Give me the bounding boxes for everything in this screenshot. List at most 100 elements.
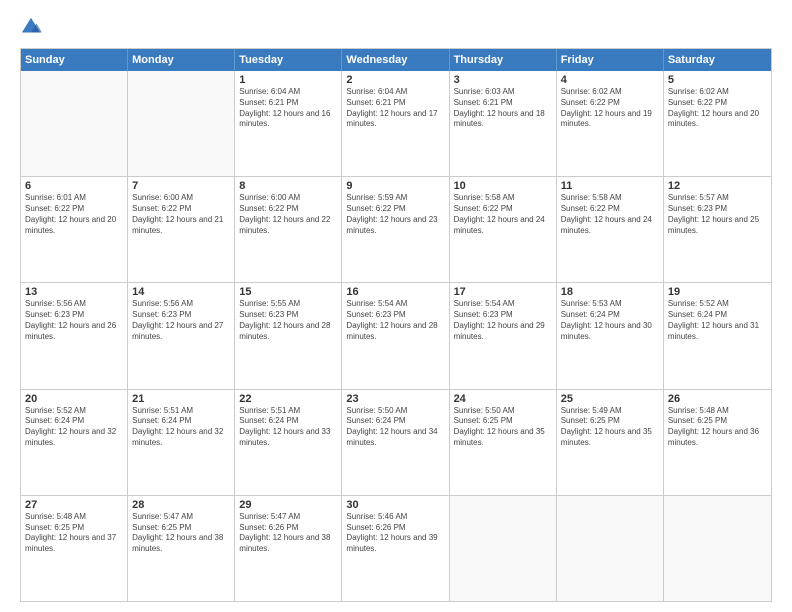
calendar-cell: 2Sunrise: 6:04 AM Sunset: 6:21 PM Daylig… (342, 71, 449, 176)
header (20, 16, 772, 38)
day-info: Sunrise: 5:57 AM Sunset: 6:23 PM Dayligh… (668, 193, 767, 236)
calendar-cell: 15Sunrise: 5:55 AM Sunset: 6:23 PM Dayli… (235, 283, 342, 388)
header-day-monday: Monday (128, 49, 235, 71)
calendar-cell: 11Sunrise: 5:58 AM Sunset: 6:22 PM Dayli… (557, 177, 664, 282)
calendar-week-4: 20Sunrise: 5:52 AM Sunset: 6:24 PM Dayli… (21, 390, 771, 496)
calendar-cell: 24Sunrise: 5:50 AM Sunset: 6:25 PM Dayli… (450, 390, 557, 495)
day-number: 1 (239, 74, 337, 86)
day-number: 18 (561, 286, 659, 298)
header-day-tuesday: Tuesday (235, 49, 342, 71)
day-info: Sunrise: 6:04 AM Sunset: 6:21 PM Dayligh… (239, 87, 337, 130)
day-info: Sunrise: 6:01 AM Sunset: 6:22 PM Dayligh… (25, 193, 123, 236)
day-number: 19 (668, 286, 767, 298)
day-info: Sunrise: 5:50 AM Sunset: 6:25 PM Dayligh… (454, 406, 552, 449)
calendar-cell (128, 71, 235, 176)
day-number: 15 (239, 286, 337, 298)
day-number: 21 (132, 393, 230, 405)
calendar-cell: 16Sunrise: 5:54 AM Sunset: 6:23 PM Dayli… (342, 283, 449, 388)
logo (20, 16, 46, 38)
header-day-thursday: Thursday (450, 49, 557, 71)
calendar-cell: 10Sunrise: 5:58 AM Sunset: 6:22 PM Dayli… (450, 177, 557, 282)
day-number: 29 (239, 499, 337, 511)
day-number: 3 (454, 74, 552, 86)
day-number: 11 (561, 180, 659, 192)
day-number: 17 (454, 286, 552, 298)
day-info: Sunrise: 5:58 AM Sunset: 6:22 PM Dayligh… (561, 193, 659, 236)
calendar-cell: 6Sunrise: 6:01 AM Sunset: 6:22 PM Daylig… (21, 177, 128, 282)
calendar-cell (21, 71, 128, 176)
day-info: Sunrise: 5:52 AM Sunset: 6:24 PM Dayligh… (668, 299, 767, 342)
day-number: 14 (132, 286, 230, 298)
day-info: Sunrise: 5:54 AM Sunset: 6:23 PM Dayligh… (454, 299, 552, 342)
calendar-cell: 28Sunrise: 5:47 AM Sunset: 6:25 PM Dayli… (128, 496, 235, 601)
day-number: 8 (239, 180, 337, 192)
day-info: Sunrise: 6:00 AM Sunset: 6:22 PM Dayligh… (239, 193, 337, 236)
calendar-cell: 26Sunrise: 5:48 AM Sunset: 6:25 PM Dayli… (664, 390, 771, 495)
calendar-cell: 7Sunrise: 6:00 AM Sunset: 6:22 PM Daylig… (128, 177, 235, 282)
day-number: 9 (346, 180, 444, 192)
day-number: 6 (25, 180, 123, 192)
calendar-cell: 23Sunrise: 5:50 AM Sunset: 6:24 PM Dayli… (342, 390, 449, 495)
day-number: 16 (346, 286, 444, 298)
day-info: Sunrise: 5:51 AM Sunset: 6:24 PM Dayligh… (239, 406, 337, 449)
day-info: Sunrise: 5:48 AM Sunset: 6:25 PM Dayligh… (25, 512, 123, 555)
day-info: Sunrise: 6:02 AM Sunset: 6:22 PM Dayligh… (668, 87, 767, 130)
logo-icon (20, 16, 42, 38)
day-number: 27 (25, 499, 123, 511)
day-number: 23 (346, 393, 444, 405)
day-number: 30 (346, 499, 444, 511)
calendar-cell: 19Sunrise: 5:52 AM Sunset: 6:24 PM Dayli… (664, 283, 771, 388)
calendar-cell: 17Sunrise: 5:54 AM Sunset: 6:23 PM Dayli… (450, 283, 557, 388)
day-info: Sunrise: 5:53 AM Sunset: 6:24 PM Dayligh… (561, 299, 659, 342)
calendar-cell: 8Sunrise: 6:00 AM Sunset: 6:22 PM Daylig… (235, 177, 342, 282)
calendar-cell (664, 496, 771, 601)
day-info: Sunrise: 5:48 AM Sunset: 6:25 PM Dayligh… (668, 406, 767, 449)
day-number: 5 (668, 74, 767, 86)
calendar-cell: 18Sunrise: 5:53 AM Sunset: 6:24 PM Dayli… (557, 283, 664, 388)
day-info: Sunrise: 5:52 AM Sunset: 6:24 PM Dayligh… (25, 406, 123, 449)
day-number: 26 (668, 393, 767, 405)
calendar: SundayMondayTuesdayWednesdayThursdayFrid… (20, 48, 772, 602)
day-number: 22 (239, 393, 337, 405)
day-info: Sunrise: 5:47 AM Sunset: 6:25 PM Dayligh… (132, 512, 230, 555)
calendar-cell (557, 496, 664, 601)
day-number: 28 (132, 499, 230, 511)
day-info: Sunrise: 5:51 AM Sunset: 6:24 PM Dayligh… (132, 406, 230, 449)
calendar-cell: 13Sunrise: 5:56 AM Sunset: 6:23 PM Dayli… (21, 283, 128, 388)
calendar-cell: 3Sunrise: 6:03 AM Sunset: 6:21 PM Daylig… (450, 71, 557, 176)
day-info: Sunrise: 6:03 AM Sunset: 6:21 PM Dayligh… (454, 87, 552, 130)
calendar-cell: 1Sunrise: 6:04 AM Sunset: 6:21 PM Daylig… (235, 71, 342, 176)
calendar-body: 1Sunrise: 6:04 AM Sunset: 6:21 PM Daylig… (21, 71, 771, 601)
day-info: Sunrise: 6:04 AM Sunset: 6:21 PM Dayligh… (346, 87, 444, 130)
header-day-friday: Friday (557, 49, 664, 71)
day-info: Sunrise: 5:59 AM Sunset: 6:22 PM Dayligh… (346, 193, 444, 236)
header-day-sunday: Sunday (21, 49, 128, 71)
calendar-cell: 27Sunrise: 5:48 AM Sunset: 6:25 PM Dayli… (21, 496, 128, 601)
calendar-cell: 25Sunrise: 5:49 AM Sunset: 6:25 PM Dayli… (557, 390, 664, 495)
day-number: 7 (132, 180, 230, 192)
header-day-saturday: Saturday (664, 49, 771, 71)
calendar-week-2: 6Sunrise: 6:01 AM Sunset: 6:22 PM Daylig… (21, 177, 771, 283)
day-info: Sunrise: 5:55 AM Sunset: 6:23 PM Dayligh… (239, 299, 337, 342)
calendar-cell: 20Sunrise: 5:52 AM Sunset: 6:24 PM Dayli… (21, 390, 128, 495)
day-info: Sunrise: 5:50 AM Sunset: 6:24 PM Dayligh… (346, 406, 444, 449)
calendar-cell: 30Sunrise: 5:46 AM Sunset: 6:26 PM Dayli… (342, 496, 449, 601)
day-info: Sunrise: 6:00 AM Sunset: 6:22 PM Dayligh… (132, 193, 230, 236)
day-number: 12 (668, 180, 767, 192)
day-number: 13 (25, 286, 123, 298)
calendar-week-5: 27Sunrise: 5:48 AM Sunset: 6:25 PM Dayli… (21, 496, 771, 601)
calendar-week-3: 13Sunrise: 5:56 AM Sunset: 6:23 PM Dayli… (21, 283, 771, 389)
day-info: Sunrise: 5:58 AM Sunset: 6:22 PM Dayligh… (454, 193, 552, 236)
day-number: 10 (454, 180, 552, 192)
day-info: Sunrise: 5:56 AM Sunset: 6:23 PM Dayligh… (132, 299, 230, 342)
day-info: Sunrise: 5:56 AM Sunset: 6:23 PM Dayligh… (25, 299, 123, 342)
calendar-cell: 22Sunrise: 5:51 AM Sunset: 6:24 PM Dayli… (235, 390, 342, 495)
day-info: Sunrise: 5:47 AM Sunset: 6:26 PM Dayligh… (239, 512, 337, 555)
header-day-wednesday: Wednesday (342, 49, 449, 71)
calendar-cell: 14Sunrise: 5:56 AM Sunset: 6:23 PM Dayli… (128, 283, 235, 388)
calendar-cell: 12Sunrise: 5:57 AM Sunset: 6:23 PM Dayli… (664, 177, 771, 282)
calendar-cell: 9Sunrise: 5:59 AM Sunset: 6:22 PM Daylig… (342, 177, 449, 282)
page: SundayMondayTuesdayWednesdayThursdayFrid… (0, 0, 792, 612)
day-number: 4 (561, 74, 659, 86)
day-info: Sunrise: 6:02 AM Sunset: 6:22 PM Dayligh… (561, 87, 659, 130)
